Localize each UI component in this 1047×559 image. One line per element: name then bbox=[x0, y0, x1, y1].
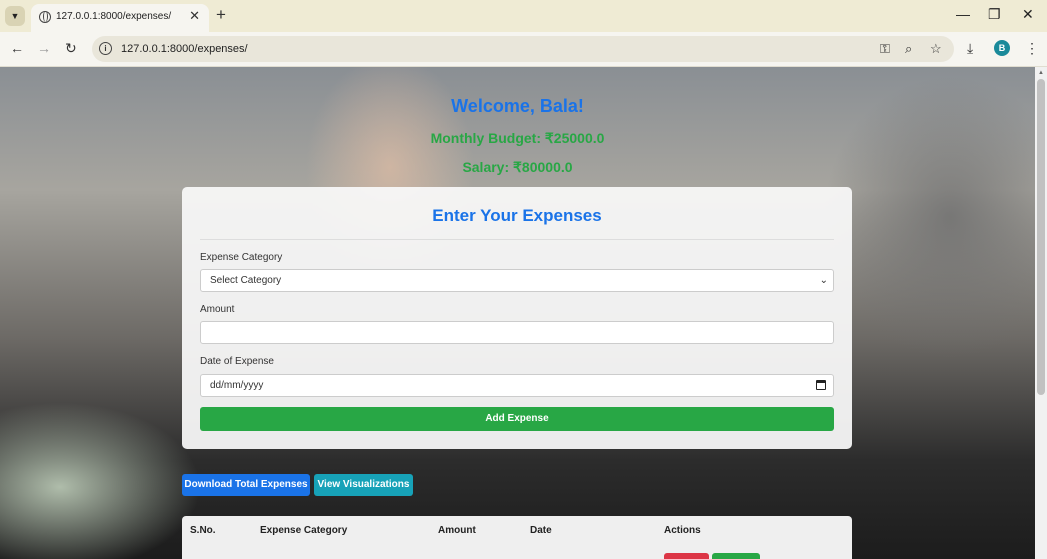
back-icon[interactable]: ← bbox=[10, 40, 24, 56]
page-viewport: Welcome, Bala! Monthly Budget: ₹25000.0 … bbox=[0, 67, 1035, 559]
amount-input[interactable] bbox=[200, 321, 834, 344]
browser-tab[interactable]: 127.0.0.1:8000/expenses/ ✕ bbox=[31, 4, 209, 32]
minimize-icon[interactable]: — bbox=[956, 6, 970, 22]
chevron-down-icon: ⌄ bbox=[819, 275, 828, 286]
category-select-value: Select Category bbox=[210, 275, 282, 286]
salary-text: Salary: ₹80000.0 bbox=[462, 159, 573, 175]
date-label: Date of Expense bbox=[200, 356, 274, 367]
tab-strip: ▼ 127.0.0.1:8000/expenses/ ✕ + — ❐ ✕ bbox=[0, 0, 1047, 32]
amount-label: Amount bbox=[200, 304, 235, 315]
address-bar[interactable]: i 127.0.0.1:8000/expenses/ ⚿ ⌕ ☆ bbox=[92, 36, 954, 62]
monthly-budget-text: Monthly Budget: ₹25000.0 bbox=[430, 130, 605, 146]
reload-icon[interactable]: ↻ bbox=[65, 40, 77, 57]
category-label: Expense Category bbox=[200, 252, 283, 263]
restore-icon[interactable]: ❐ bbox=[988, 6, 1001, 23]
download-total-expenses-button[interactable]: Download Total Expenses bbox=[182, 474, 310, 496]
tab-title: 127.0.0.1:8000/expenses/ bbox=[56, 11, 172, 22]
date-input[interactable]: dd/mm/yyyy bbox=[200, 374, 834, 397]
form-divider bbox=[200, 239, 834, 240]
bookmark-star-icon[interactable]: ☆ bbox=[930, 41, 942, 57]
view-visualizations-button[interactable]: View Visualizations bbox=[314, 474, 413, 496]
tab-close-button[interactable]: ✕ bbox=[189, 8, 200, 24]
delete-button-partial[interactable] bbox=[664, 553, 709, 559]
site-info-icon[interactable]: i bbox=[99, 42, 112, 55]
th-sno: S.No. bbox=[190, 525, 216, 536]
th-date: Date bbox=[530, 525, 552, 536]
tab-search-button[interactable]: ▼ bbox=[5, 6, 25, 26]
scrollbar-thumb[interactable] bbox=[1037, 79, 1045, 395]
form-title: Enter Your Expenses bbox=[432, 206, 602, 225]
edit-button-partial[interactable] bbox=[712, 553, 760, 559]
profile-avatar[interactable]: B bbox=[994, 40, 1010, 56]
new-tab-button[interactable]: + bbox=[216, 5, 226, 25]
url-text[interactable]: 127.0.0.1:8000/expenses/ bbox=[121, 43, 248, 55]
window-close-icon[interactable]: ✕ bbox=[1022, 6, 1034, 23]
category-select[interactable]: Select Category ⌄ bbox=[200, 269, 834, 292]
th-amount: Amount bbox=[438, 525, 476, 536]
add-expense-button[interactable]: Add Expense bbox=[200, 407, 834, 431]
menu-kebab-icon[interactable]: ⋮ bbox=[1025, 40, 1039, 57]
download-icon[interactable]: ⤓ bbox=[967, 40, 973, 57]
expense-form-card: Enter Your Expenses Expense Category Sel… bbox=[182, 187, 852, 449]
th-category: Expense Category bbox=[260, 525, 348, 536]
th-actions: Actions bbox=[664, 525, 701, 536]
page-scrollbar[interactable]: ▲ bbox=[1035, 67, 1047, 559]
calendar-icon[interactable] bbox=[816, 380, 826, 390]
expenses-table: S.No. Expense Category Amount Date Actio… bbox=[182, 516, 852, 559]
globe-icon bbox=[39, 11, 51, 23]
date-placeholder: dd/mm/yyyy bbox=[210, 380, 264, 391]
forward-icon[interactable]: → bbox=[37, 40, 51, 56]
scroll-up-icon[interactable]: ▲ bbox=[1038, 70, 1044, 76]
browser-toolbar: ← → ↻ i 127.0.0.1:8000/expenses/ ⚿ ⌕ ☆ bbox=[0, 32, 1047, 67]
password-key-icon[interactable]: ⚿ bbox=[880, 41, 890, 57]
zoom-icon[interactable]: ⌕ bbox=[905, 41, 912, 57]
welcome-heading: Welcome, Bala! bbox=[451, 96, 584, 116]
